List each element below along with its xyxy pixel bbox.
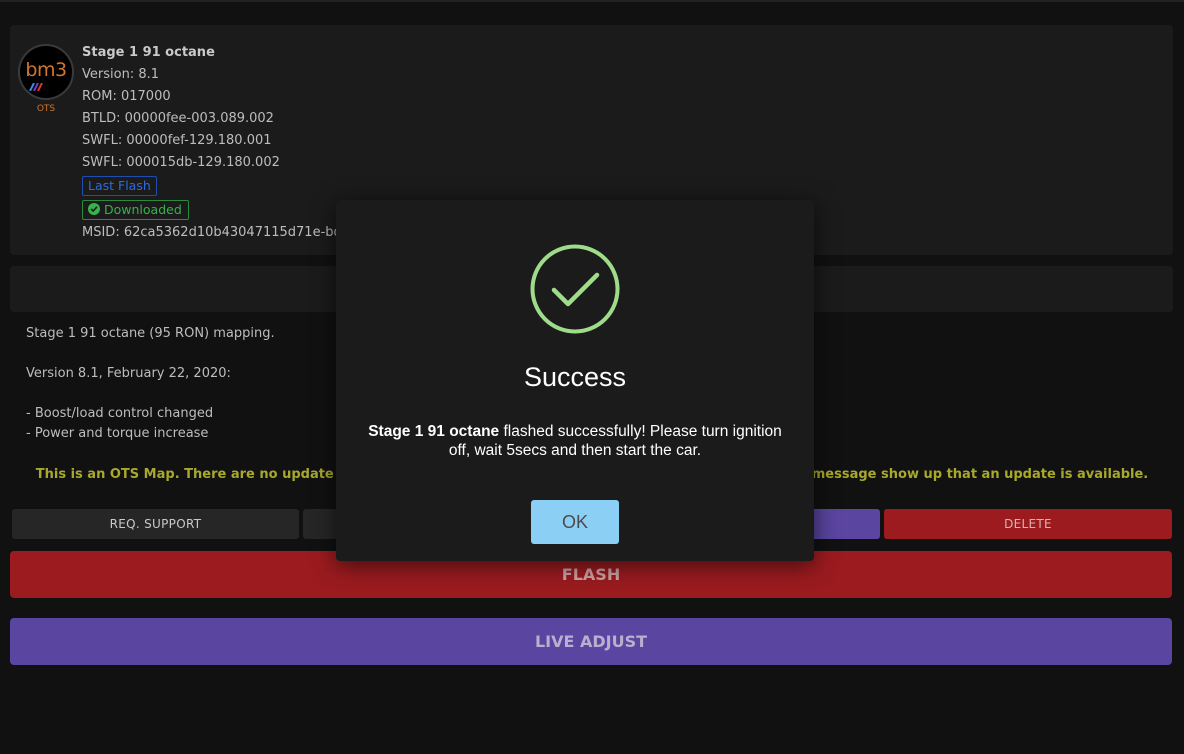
ots-notice-left: This is an OTS Map. There are no update: [35, 467, 334, 482]
downloaded-label: Downloaded: [104, 202, 182, 217]
map-btld: BTLD: 00000fee-003.089.002: [82, 111, 274, 126]
description-line: Version 8.1, February 22, 2020:: [26, 366, 231, 381]
description-line: - Boost/load control changed: [26, 406, 214, 421]
delete-button[interactable]: DELETE: [884, 509, 1172, 539]
last-flash-badge: Last Flash: [82, 176, 157, 196]
description-line: - Power and torque increase: [26, 426, 209, 441]
bm3-logo: bm3: [18, 44, 74, 100]
dialog-map-name: Stage 1 91 octane: [368, 423, 500, 440]
req-support-button[interactable]: REQ. SUPPORT: [12, 509, 299, 539]
description-line: Stage 1 91 octane (95 RON) mapping.: [26, 326, 275, 341]
map-rom: ROM: 017000: [82, 89, 171, 104]
ots-notice-right: message show up that an update is availa…: [811, 467, 1149, 482]
map-logo: bm3 OTS: [18, 44, 74, 114]
map-details: Stage 1 91 octane Version: 8.1 ROM: 0170…: [82, 42, 355, 244]
dialog-title: Success: [523, 362, 627, 392]
map-msid: MSID: 62ca5362d10b43047115d71e-bdfb: [82, 225, 355, 240]
check-circle-icon: [88, 203, 100, 215]
downloaded-badge: Downloaded: [82, 200, 189, 220]
top-border: [0, 0, 1184, 2]
logo-text: bm3: [25, 59, 67, 81]
map-swfl-1: SWFL: 00000fef-129.180.001: [82, 133, 272, 148]
map-title: Stage 1 91 octane: [82, 45, 215, 60]
live-adjust-button[interactable]: LIVE ADJUST: [10, 618, 1172, 665]
success-dialog: Success Stage 1 91 octane flashed succes…: [336, 200, 814, 561]
success-check-icon: [530, 244, 620, 334]
map-description: Stage 1 91 octane (95 RON) mapping. Vers…: [26, 324, 275, 444]
m-stripes-icon: [29, 83, 43, 91]
ok-button[interactable]: OK: [531, 500, 619, 544]
map-version: Version: 8.1: [82, 67, 159, 82]
logo-label: OTS: [36, 104, 56, 114]
map-swfl-2: SWFL: 000015db-129.180.002: [82, 155, 280, 170]
dialog-message: Stage 1 91 octane flashed successfully! …: [356, 422, 794, 460]
dialog-message-text: flashed successfully! Please turn igniti…: [448, 423, 782, 459]
